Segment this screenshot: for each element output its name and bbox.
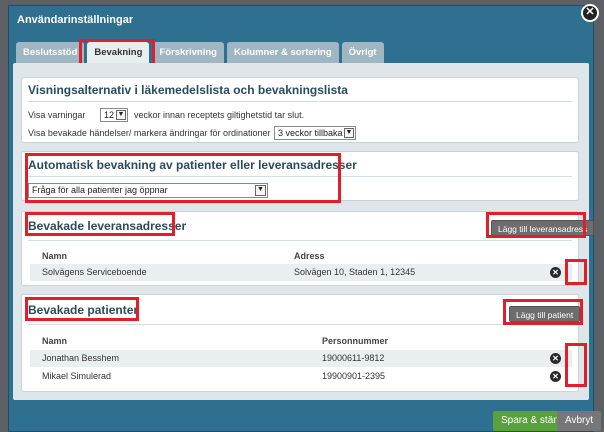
address-name: Solvägens Serviceboende — [42, 267, 147, 277]
highlight-add-patient-button — [503, 299, 583, 325]
settings-dialog: Användarinställningar ✕ Beslutsstöd Beva… — [8, 4, 602, 432]
tab-ovrigt[interactable]: Övrigt — [341, 42, 384, 63]
events-label: Visa bevakade händelser/ markera ändring… — [28, 128, 271, 138]
patient-name: Jonathan Besshem — [42, 353, 120, 363]
table-row: Jonathan Besshem 19000611-9812 ✕ — [30, 350, 572, 367]
display-options-panel: Visningsalternativ i läkemedelslista och… — [21, 77, 579, 143]
settings-content: Visningsalternativ i läkemedelslista och… — [13, 63, 595, 400]
highlight-addresses-heading — [25, 212, 175, 236]
patient-pnr: 19000611-9812 — [322, 353, 385, 363]
warnings-weeks-select[interactable]: 12 ▼ — [100, 108, 128, 122]
close-icon[interactable]: ✕ — [581, 4, 599, 22]
divider — [28, 101, 572, 102]
warnings-suffix: veckor innan receptets giltighetstid tar… — [134, 110, 305, 120]
events-period-value: 3 veckor tillbaka — [278, 128, 343, 138]
chevron-down-icon: ▼ — [116, 110, 126, 120]
chevron-down-icon: ▼ — [344, 128, 354, 138]
tab-kolumner-sortering[interactable]: Kolumner & sortering — [226, 42, 339, 63]
table-row: Mikael Simulerad 19900901-2395 ✕ — [30, 368, 572, 385]
table-row: Solvägens Serviceboende Solvägen 10, Sta… — [30, 264, 572, 281]
addresses-col-address: Adress — [294, 251, 325, 261]
remove-icon[interactable]: ✕ — [550, 353, 561, 364]
divider — [28, 240, 572, 241]
patient-pnr: 19900901-2395 — [322, 371, 386, 381]
tab-beslutsstod[interactable]: Beslutsstöd — [16, 42, 85, 63]
remove-icon[interactable]: ✕ — [550, 371, 561, 382]
highlight-auto-monitoring — [25, 153, 341, 203]
patient-name: Mikael Simulerad — [42, 371, 112, 381]
tab-bar: Beslutsstöd Bevakning Förskrivning Kolum… — [16, 42, 384, 64]
remove-icon[interactable]: ✕ — [550, 267, 561, 278]
tab-forskrivning[interactable]: Förskrivning — [152, 42, 224, 63]
patients-col-pnr: Personnummer — [322, 336, 389, 346]
highlight-remove-address — [565, 259, 587, 285]
warnings-weeks-value: 12 — [104, 110, 115, 120]
dialog-title: Användarinställningar — [17, 14, 134, 26]
highlight-patients-heading — [25, 297, 139, 321]
address-value: Solvägen 10, Staden 1, 12345 — [294, 267, 416, 277]
cancel-button[interactable]: Avbryt — [557, 411, 602, 431]
display-options-heading: Visningsalternativ i läkemedelslista och… — [28, 83, 348, 97]
events-period-select[interactable]: 3 veckor tillbaka ▼ — [274, 126, 356, 140]
addresses-col-name: Namn — [42, 251, 68, 261]
divider — [28, 324, 572, 325]
warnings-label: Visa varningar — [28, 110, 86, 120]
patients-col-name: Namn — [42, 336, 68, 346]
highlight-add-address-button — [486, 212, 586, 238]
highlight-remove-patients — [565, 343, 587, 387]
